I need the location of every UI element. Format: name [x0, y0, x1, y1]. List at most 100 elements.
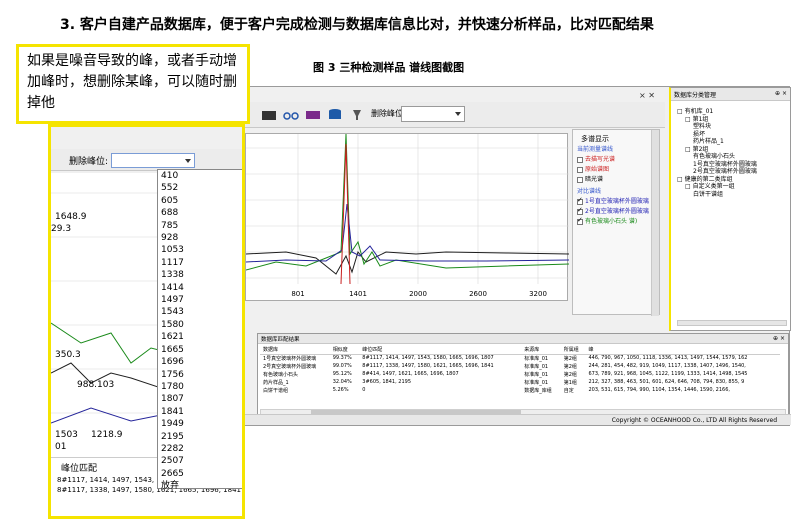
table-row[interactable]: 2号真空玻璃杯外圆玻璃 99.07% 8#1117, 1338, 1497, 158… [260, 362, 780, 370]
main-app-window: × ✕ 删除峰位: 801 1401 2000 2600 3200 多谱显示 当前测量谱… [244, 86, 791, 426]
dropdown-option[interactable]: 1696 [158, 356, 242, 368]
results-title-bar: 数据库匹配结果 ⊕ × [258, 334, 788, 344]
column-header[interactable]: 所属组 [560, 346, 586, 355]
column-header[interactable]: 数据库 [260, 346, 330, 355]
peak-annotation: 1218.9 [91, 430, 123, 440]
checkbox[interactable] [577, 196, 583, 205]
delete-peak-select[interactable] [111, 153, 195, 168]
table-cell: 0 [362, 387, 366, 393]
spectrum-plot[interactable]: 801 1401 2000 2600 3200 [245, 133, 570, 301]
callout-box: 如果是噪音导致的峰，或者手动增加峰时，想删除某峰，可以随时删掉他 [16, 44, 250, 124]
dropdown-option[interactable]: 2195 [158, 431, 242, 443]
column-header[interactable]: 相似度 [329, 346, 360, 355]
table-cell: 95.12% [332, 371, 352, 377]
checkbox[interactable] [577, 206, 583, 215]
dropdown-option[interactable]: 1338 [158, 269, 242, 281]
dropdown-option[interactable]: 1497 [158, 294, 242, 306]
table-cell: 8#414, 1497, 1621, 1665, 1696, 1807 [362, 371, 459, 377]
dropdown-option[interactable]: 785 [158, 220, 242, 232]
dropdown-option[interactable]: 2507 [158, 455, 242, 467]
dropdown-option[interactable]: 1053 [158, 244, 242, 256]
table-cell: 标准库_01 [524, 363, 549, 370]
series-line [245, 133, 570, 271]
dropdown-option[interactable]: 552 [158, 182, 242, 194]
option-label: 暗光谱 [585, 176, 604, 183]
option-label: 2号直空玻璃杯外圆玻璃 [585, 208, 649, 215]
dropdown-option[interactable]: 1841 [158, 406, 242, 418]
status-bar: Copyright © OCEANHOOD Co., LTD All Right… [245, 414, 791, 425]
x-tick-label: 2000 [409, 290, 427, 298]
dropdown-option[interactable]: 2665 [158, 468, 242, 480]
option-item-remove-bg[interactable]: 去描写光谱 [577, 154, 615, 163]
display-options-panel: 多谱显示 当前测量谱线 去描写光谱 原始谱图 暗光谱 对比谱线 1号直空玻璃杯外… [572, 129, 660, 316]
pin-close-icon[interactable]: ⊕ × [775, 90, 787, 97]
dropdown-option[interactable]: 1665 [158, 344, 242, 356]
spectrum-chart-svg: 801 1401 2000 2600 3200 [245, 133, 570, 298]
table-cell: 第2组 [563, 363, 577, 370]
dropdown-option[interactable]: 1117 [158, 257, 242, 269]
checkbox[interactable] [577, 166, 583, 173]
table-cell: 5.26% [332, 387, 349, 393]
compare-item-1[interactable]: 1号直空玻璃杯外圆玻璃 [577, 196, 649, 205]
link-icon[interactable] [283, 108, 299, 121]
option-label: 1号直空玻璃杯外圆玻璃 [585, 198, 649, 205]
database-icon[interactable] [327, 108, 343, 121]
dropdown-option[interactable]: 1414 [158, 282, 242, 294]
checkbox[interactable] [577, 156, 583, 163]
dropdown-option[interactable]: 1807 [158, 393, 242, 405]
peak-dropdown-list[interactable]: 410 552 605 688 785 928 1053 1117 1338 1414 1497 15… [157, 169, 242, 492]
column-header[interactable]: 峰位匹配 [359, 346, 522, 355]
pin-close-icon[interactable]: ⊕ × [773, 335, 785, 342]
table-cell: 标准库_01 [524, 379, 549, 386]
table-cell: 第2组 [563, 371, 577, 378]
printer-icon[interactable] [305, 108, 321, 121]
table-cell: 99.37% [332, 355, 352, 362]
table-row[interactable]: 有色玻璃小石头 95.12% 8#414, 1497, 1621, 1665, 16… [260, 370, 780, 378]
dropdown-option[interactable]: 1756 [158, 369, 242, 381]
x-tick-label: 1401 [349, 290, 367, 298]
table-row[interactable]: 白饼干谱组 5.26% 0 数据库_库组 自定 203, 531, 615, 794, 9… [260, 386, 780, 394]
table-cell: 药片样品_1 [263, 379, 289, 386]
column-header[interactable]: 峰 [585, 346, 780, 355]
zoomed-window: 删除峰位: 29.31648.9350.3422.2988.1031917.10… [48, 124, 245, 519]
option-item-dark[interactable]: 暗光谱 [577, 174, 603, 183]
checkbox[interactable] [577, 216, 583, 225]
peak-annotation: 988.103 [77, 380, 114, 390]
column-header[interactable]: 来源库 [521, 346, 561, 355]
checkbox[interactable] [577, 176, 583, 183]
option-label: 原始谱图 [585, 166, 610, 173]
dropdown-option[interactable]: 410 [158, 170, 242, 182]
dropdown-option[interactable]: 1543 [158, 306, 242, 318]
dropdown-option[interactable]: 605 [158, 195, 242, 207]
dropdown-option[interactable]: 1780 [158, 381, 242, 393]
peak-annotation: 350.3 [55, 350, 81, 360]
lamp-icon[interactable] [349, 108, 365, 121]
table-cell: 数据库_库组 [524, 387, 552, 394]
x-tick-label: 2600 [469, 290, 487, 298]
tree-node[interactable]: 白饼干谱组 [693, 189, 723, 198]
options-scrollbar[interactable] [651, 130, 659, 316]
library-scrollbar[interactable] [677, 320, 787, 326]
dropdown-option[interactable]: 1580 [158, 319, 242, 331]
compare-spectrum-group: 对比谱线 [577, 188, 602, 195]
table-row[interactable]: 药片样品_1 32.04% 3#605, 1841, 2195 标准库_01 第1组 21… [260, 378, 780, 386]
table-cell: 自定 [563, 387, 574, 394]
compare-item-2[interactable]: 2号直空玻璃杯外圆玻璃 [577, 206, 649, 215]
dropdown-option[interactable]: 1621 [158, 331, 242, 343]
window-close-icon[interactable]: × ✕ [639, 91, 655, 100]
compare-item-3[interactable]: 有色玻璃小石头 谱) [577, 216, 637, 225]
dropdown-option[interactable]: 2282 [158, 443, 242, 455]
dropdown-option[interactable]: 688 [158, 207, 242, 219]
table-row[interactable]: 1号真空玻璃杯外圆玻璃 99.37% 8#1117, 1414, 1497, 154… [260, 354, 780, 362]
zoom-toolbar: 删除峰位: [51, 149, 242, 171]
folder-icon[interactable] [261, 108, 277, 121]
delete-peak-select[interactable] [401, 106, 465, 122]
dropdown-option[interactable]: 928 [158, 232, 242, 244]
results-title: 数据库匹配结果 [261, 337, 300, 343]
table-cell: 2号真空玻璃杯外圆玻璃 [263, 363, 317, 370]
value-label: 29.3 [51, 224, 71, 234]
dropdown-option[interactable]: 放弃 [158, 480, 242, 492]
option-item-raw[interactable]: 原始谱图 [577, 164, 609, 173]
options-title: 多谱显示 [581, 135, 609, 143]
dropdown-option[interactable]: 1949 [158, 418, 242, 430]
